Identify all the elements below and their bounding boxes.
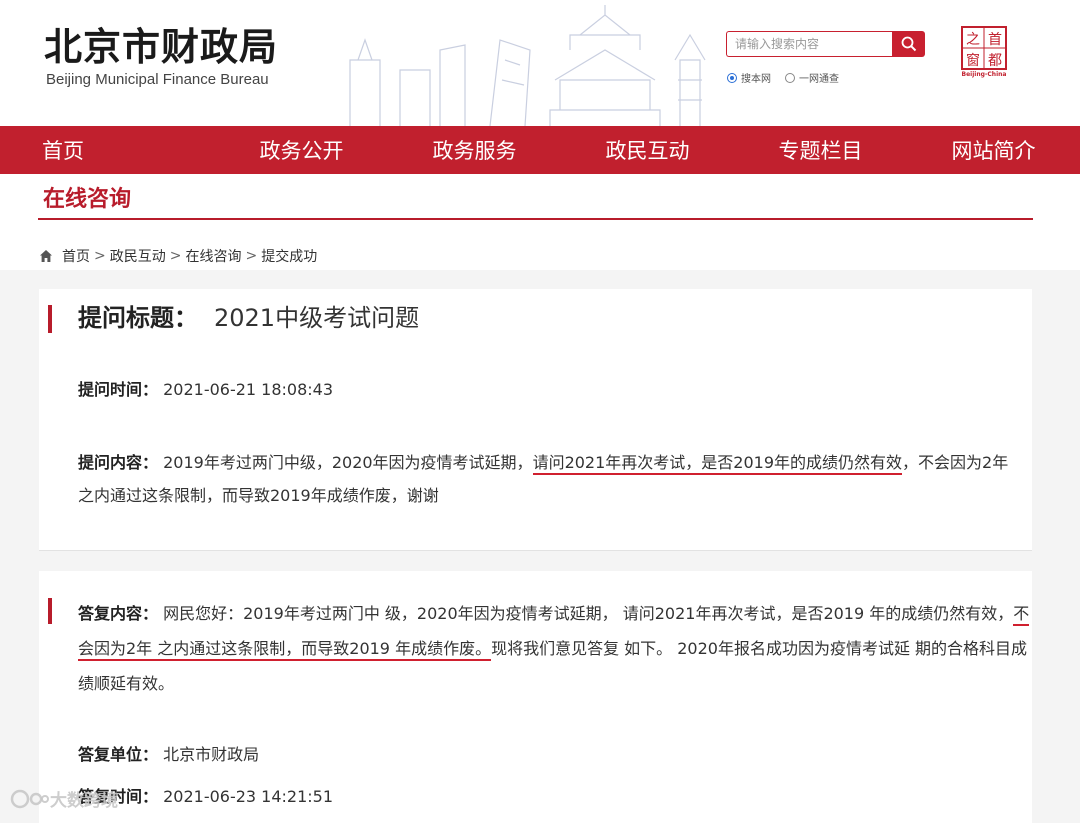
breadcrumb-separator: > — [169, 248, 182, 264]
answer-unit-value: 北京市财政局 — [163, 745, 260, 764]
watermark-text: 大数跨境 — [50, 791, 118, 811]
breadcrumb: 首页 > 政民互动 > 在线咨询 > 提交成功 — [39, 246, 317, 266]
question-content: 提问内容： 2019年考过两门中级，2020年因为疫情考试延期，请问2021年再… — [78, 446, 1023, 512]
nav-item-about[interactable]: 网站简介 — [907, 126, 1080, 174]
beijing-skyline-illustration — [349, 5, 706, 126]
capital-window-seal-logo[interactable]: 之 首 都 窗 Beijing-China — [960, 26, 1008, 78]
nav-item-home[interactable]: 首页 — [0, 126, 215, 174]
search-scope-all-label: 一网通查 — [799, 74, 839, 85]
search-scope: 搜本网 一网通查 — [727, 70, 853, 85]
question-time-value: 2021-06-21 18:08:43 — [163, 380, 334, 399]
search-box — [726, 31, 892, 57]
svg-text:首: 首 — [988, 32, 1002, 48]
search-scope-site[interactable]: 搜本网 — [727, 70, 771, 85]
watermark: 大数跨境 — [10, 786, 118, 811]
svg-text:之: 之 — [966, 32, 980, 48]
question-time-label: 提问时间： — [78, 380, 159, 399]
question-title-value: 2021中级考试问题 — [214, 304, 420, 332]
section-divider — [38, 218, 1033, 220]
radio-icon[interactable] — [727, 72, 737, 83]
breadcrumb-separator: > — [245, 248, 258, 264]
answer-content: 答复内容： 网民您好：2019年考过两门中 级，2020年因为疫情考试延期， 请… — [78, 596, 1033, 701]
question-content-text: 2019年考过两门中级，2020年因为疫情考试延期， — [163, 453, 533, 472]
question-time: 提问时间： 2021-06-21 18:08:43 — [78, 373, 333, 406]
site-logo-title[interactable]: 北京市财政局 — [44, 24, 278, 70]
site-logo-subtitle: Beijing Municipal Finance Bureau — [46, 71, 269, 88]
svg-text:Beijing-China: Beijing-China — [962, 71, 1007, 78]
svg-text:都: 都 — [988, 53, 1002, 69]
answer-unit: 答复单位： 北京市财政局 — [78, 738, 259, 771]
question-title-marker — [48, 305, 52, 333]
question-title: 提问标题： 2021中级考试问题 — [78, 302, 419, 334]
search-button[interactable] — [892, 31, 925, 57]
question-panel: 提问标题： 2021中级考试问题 提问时间： 2021-06-21 18:08:4… — [39, 289, 1032, 551]
answer-marker — [48, 598, 52, 624]
nav-item-interaction[interactable]: 政民互动 — [561, 126, 734, 174]
search-scope-site-label: 搜本网 — [741, 74, 771, 85]
breadcrumb-interaction[interactable]: 政民互动 — [110, 246, 166, 266]
search-scope-all[interactable]: 一网通查 — [785, 70, 839, 85]
breadcrumb-home[interactable]: 首页 — [62, 246, 90, 266]
question-content-highlight: 请问2021年再次考试，是否2019年的成绩仍然有效 — [532, 453, 903, 475]
nav-item-gov-services[interactable]: 政务服务 — [388, 126, 561, 174]
search-input[interactable] — [727, 32, 892, 56]
breadcrumb-consult[interactable]: 在线咨询 — [185, 246, 241, 266]
breadcrumb-current: 提交成功 — [261, 249, 318, 265]
section-header: 在线咨询 首页 > 政民互动 > 在线咨询 > 提交成功 — [0, 174, 1080, 270]
breadcrumb-separator: > — [94, 248, 106, 264]
site-header: 北京市财政局 Beijing Municipal Finance Bureau — [0, 0, 1080, 126]
answer-content-text: 网民您好：2019年考过两门中 级，2020年因为疫情考试延期， 请问2021年… — [163, 604, 1014, 623]
question-content-label: 提问内容： — [78, 453, 159, 472]
search-icon — [901, 36, 916, 52]
nav-item-topics[interactable]: 专题栏目 — [734, 126, 907, 174]
section-title: 在线咨询 — [43, 187, 132, 212]
home-icon — [40, 250, 52, 262]
answer-unit-label: 答复单位： — [78, 745, 159, 764]
main-nav: 首页 政务公开 政务服务 政民互动 专题栏目 网站简介 — [0, 126, 1080, 174]
answer-panel: 答复内容： 网民您好：2019年考过两门中 级，2020年因为疫情考试延期， 请… — [39, 571, 1032, 823]
nav-item-gov-affairs-open[interactable]: 政务公开 — [215, 126, 388, 174]
question-title-label: 提问标题： — [78, 304, 198, 332]
watermark-logo-icon — [10, 789, 49, 808]
answer-content-label: 答复内容： — [78, 604, 159, 623]
radio-icon[interactable] — [785, 72, 795, 83]
answer-time-value: 2021-06-23 14:21:51 — [163, 787, 334, 806]
svg-text:窗: 窗 — [966, 52, 980, 69]
